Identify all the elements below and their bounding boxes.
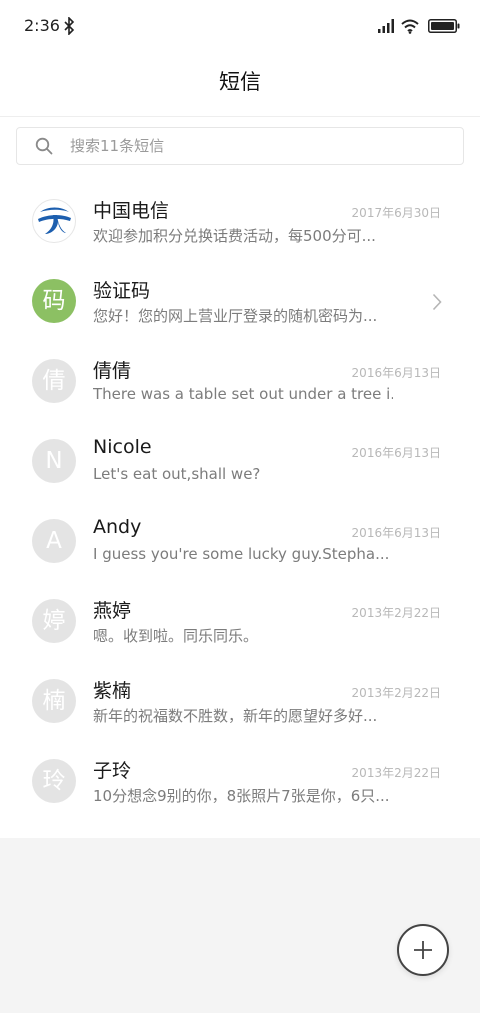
app-header: 短信 bbox=[0, 52, 480, 117]
battery-icon bbox=[428, 19, 460, 33]
contact-name: 子玲 bbox=[93, 760, 132, 782]
china-telecom-logo-icon bbox=[38, 207, 71, 234]
avatar: 码 bbox=[32, 279, 76, 323]
list-item-zinan[interactable]: 楠 紫楠 2013年2月22日 新年的祝福数不胜数，新年的愿望好多好... bbox=[0, 664, 480, 744]
message-preview: There was a table set out under a tree i… bbox=[93, 385, 393, 403]
search-bar bbox=[0, 117, 480, 177]
message-date: 2013年2月22日 bbox=[351, 686, 441, 700]
search-icon bbox=[35, 137, 53, 155]
contact-name: 燕婷 bbox=[93, 600, 132, 622]
avatar: 倩 bbox=[32, 359, 76, 403]
message-date: 2017年6月30日 bbox=[351, 206, 441, 220]
list-item-qianqian[interactable]: 倩 倩倩 2016年6月13日 There was a table set ou… bbox=[0, 344, 480, 424]
avatar: A bbox=[32, 519, 76, 563]
status-icons bbox=[377, 17, 460, 35]
status-bar: 2:36 bbox=[0, 0, 480, 52]
search-box[interactable] bbox=[16, 127, 464, 165]
list-item-china-telecom[interactable]: 中国电信 2017年6月30日 欢迎参加积分兑换话费活动，每500分可... bbox=[0, 184, 480, 264]
contact-name: 验证码 bbox=[93, 280, 151, 302]
contact-name: 紫楠 bbox=[93, 680, 132, 702]
message-preview: 10分想念9别的你，8张照片7张是你，6只... bbox=[93, 787, 390, 805]
message-date: 2013年2月22日 bbox=[351, 766, 441, 780]
page-title: 短信 bbox=[219, 70, 261, 94]
new-message-button[interactable] bbox=[397, 924, 449, 976]
signal-icon bbox=[378, 19, 394, 33]
avatar bbox=[32, 199, 76, 243]
list-item-yanting[interactable]: 婷 燕婷 2013年2月22日 嗯。收到啦。同乐同乐。 bbox=[0, 584, 480, 664]
contact-name: Andy bbox=[93, 516, 142, 538]
list-item-ziling[interactable]: 玲 子玲 2013年2月22日 10分想念9别的你，8张照片7张是你，6只... bbox=[0, 744, 480, 824]
message-preview: 欢迎参加积分兑换话费活动，每500分可... bbox=[93, 227, 376, 245]
search-input[interactable] bbox=[70, 137, 430, 155]
avatar: 婷 bbox=[32, 599, 76, 643]
message-date: 2016年6月13日 bbox=[351, 366, 441, 380]
list-item-verification-code[interactable]: 码 验证码 您好！您的网上营业厅登录的随机密码为... bbox=[0, 264, 480, 344]
avatar: N bbox=[32, 439, 76, 483]
list-item-andy[interactable]: A Andy 2016年6月13日 I guess you're some lu… bbox=[0, 504, 480, 584]
contact-name: Nicole bbox=[93, 436, 152, 458]
message-date: 2013年2月22日 bbox=[351, 606, 441, 620]
message-date: 2016年6月13日 bbox=[351, 446, 441, 460]
message-preview: Let's eat out,shall we? bbox=[93, 465, 261, 483]
message-list: 中国电信 2017年6月30日 欢迎参加积分兑换话费活动，每500分可... 码… bbox=[0, 177, 480, 838]
status-time: 2:36 bbox=[24, 16, 60, 35]
message-preview: 新年的祝福数不胜数，新年的愿望好多好... bbox=[93, 707, 378, 725]
list-item-nicole[interactable]: N Nicole 2016年6月13日 Let's eat out,shall … bbox=[0, 424, 480, 504]
bluetooth-icon bbox=[64, 17, 75, 35]
plus-icon bbox=[414, 941, 432, 959]
avatar: 楠 bbox=[32, 679, 76, 723]
message-preview: I guess you're some lucky guy.Stepha... bbox=[93, 545, 390, 563]
contact-name: 中国电信 bbox=[93, 200, 170, 222]
page-top: 2:36 短信 搜索11条短信 中国电信 2017年6月30日 欢迎参加积分兑换… bbox=[0, 0, 480, 838]
avatar: 玲 bbox=[32, 759, 76, 803]
message-date: 2016年6月13日 bbox=[351, 526, 441, 540]
wifi-icon bbox=[401, 19, 419, 34]
message-preview: 您好！您的网上营业厅登录的随机密码为... bbox=[93, 307, 378, 325]
chevron-right-icon bbox=[432, 293, 442, 311]
contact-name: 倩倩 bbox=[93, 360, 132, 382]
message-preview: 嗯。收到啦。同乐同乐。 bbox=[93, 627, 259, 645]
